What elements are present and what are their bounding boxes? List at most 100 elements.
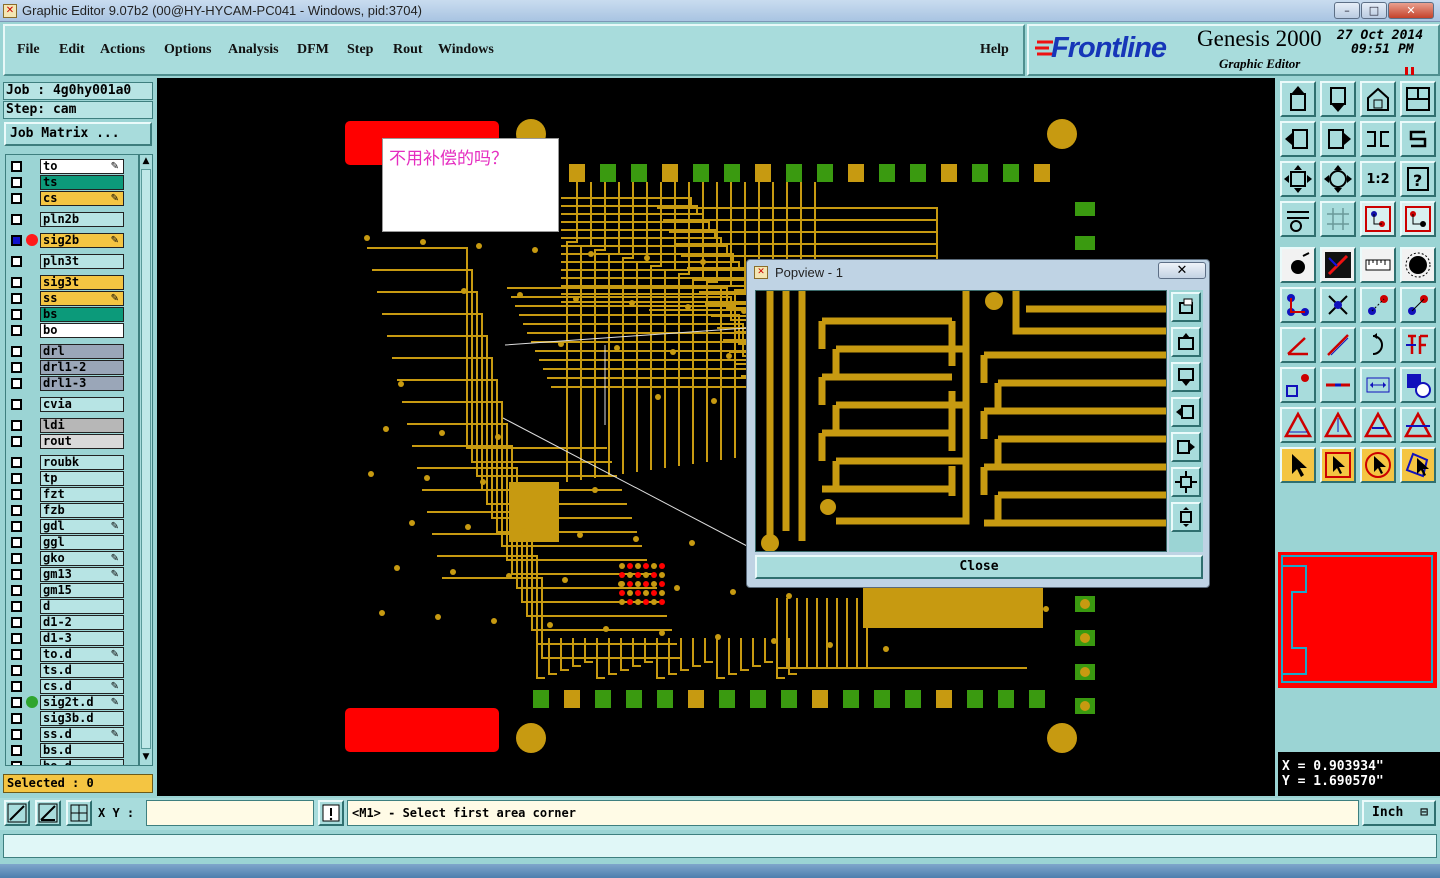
ruler-icon[interactable] (1360, 247, 1396, 283)
layer-row[interactable]: pln3t (6, 254, 138, 269)
layer-row[interactable]: pln2b (6, 212, 138, 227)
layer-row[interactable]: ts (6, 175, 138, 190)
layer-name[interactable]: fzb (40, 503, 124, 518)
popview-pan-left-icon[interactable] (1171, 397, 1201, 427)
layer-checkbox[interactable] (11, 649, 22, 660)
layer-name[interactable]: cvia (40, 397, 124, 412)
layer-checkbox[interactable] (11, 277, 22, 288)
layer-name[interactable]: ts.d (40, 663, 124, 678)
layer-name[interactable]: drl1-2 (40, 360, 124, 375)
zoom-fit-icon[interactable] (1280, 161, 1316, 197)
layer-checkbox[interactable] (11, 665, 22, 676)
layer-name[interactable]: d (40, 599, 124, 614)
layer-checkbox[interactable] (11, 537, 22, 548)
triangle-up-icon[interactable] (1320, 407, 1356, 443)
layer-name[interactable]: bo.d (40, 759, 124, 765)
layer-name[interactable]: ldi (40, 418, 124, 433)
layer-row[interactable]: drl1-3 (6, 376, 138, 391)
layer-checkbox[interactable] (11, 436, 22, 447)
layer-row[interactable]: bs (6, 307, 138, 322)
scroll-down-icon[interactable]: ▼ (141, 752, 151, 762)
pan-left-icon[interactable] (1280, 121, 1316, 157)
layer-row[interactable]: ldi (6, 418, 138, 433)
layer-name[interactable]: roubk (40, 455, 124, 470)
layer-row[interactable]: d (6, 599, 138, 614)
popview-pan-down-icon[interactable] (1171, 362, 1201, 392)
layer-checkbox[interactable] (11, 505, 22, 516)
help-query-icon[interactable]: ? (1400, 161, 1436, 197)
layer-row[interactable]: sig2b ✎ (6, 233, 138, 248)
layer-name[interactable]: ggl (40, 535, 124, 550)
layer-checkbox[interactable] (11, 457, 22, 468)
layer-checkbox[interactable] (11, 633, 22, 644)
layer-name[interactable]: bs (40, 307, 124, 322)
layer-checkbox[interactable] (11, 473, 22, 484)
menu-options[interactable]: Options (164, 42, 211, 58)
layer-row[interactable]: gko ✎ (6, 551, 138, 566)
layer-row[interactable]: drl (6, 344, 138, 359)
zoom-home-icon[interactable] (1280, 81, 1316, 117)
pan-right-icon[interactable] (1320, 121, 1356, 157)
layer-name[interactable]: to.d ✎ (40, 647, 124, 662)
layer-row[interactable]: fzb (6, 503, 138, 518)
layer-name[interactable]: d1-2 (40, 615, 124, 630)
layer-name[interactable]: rout (40, 434, 124, 449)
alert-icon[interactable] (318, 800, 344, 826)
slanted-line-icon[interactable] (1320, 327, 1356, 363)
layer-name[interactable]: gko ✎ (40, 551, 124, 566)
minimize-button[interactable]: – (1334, 2, 1360, 19)
mirror-icon[interactable] (1360, 121, 1396, 157)
layer-checkbox[interactable] (11, 761, 22, 765)
scroll-thumb[interactable] (141, 169, 151, 749)
popview-pan-up-icon[interactable] (1171, 327, 1201, 357)
menu-analysis[interactable]: Analysis (228, 42, 279, 58)
layer-name[interactable]: ts (40, 175, 124, 190)
layer-row[interactable]: to ✎ (6, 159, 138, 174)
layer-checkbox[interactable] (11, 161, 22, 172)
layer-name[interactable]: sig2b ✎ (40, 233, 124, 248)
layer-row[interactable]: ss.d ✎ (6, 727, 138, 742)
popview-close-icon[interactable]: ✕ (1158, 262, 1206, 279)
layer-row[interactable]: cs.d ✎ (6, 679, 138, 694)
layer-name[interactable]: sig3t (40, 275, 124, 290)
xy-input[interactable] (146, 800, 314, 826)
layer-name[interactable]: cs.d ✎ (40, 679, 124, 694)
menu-dfm[interactable]: DFM (297, 42, 329, 58)
layer-checkbox[interactable] (11, 521, 22, 532)
connect-nodes-icon[interactable] (1280, 287, 1316, 323)
layer-row[interactable]: drl1-2 (6, 360, 138, 375)
layer-checkbox[interactable] (11, 553, 22, 564)
split-view-icon[interactable] (1400, 81, 1436, 117)
job-matrix-button[interactable]: Job Matrix ... (4, 122, 152, 146)
overview-minimap[interactable] (1278, 552, 1437, 688)
add-pad-icon[interactable] (1280, 247, 1316, 283)
layer-row[interactable]: tp (6, 471, 138, 486)
popview-zoom-window-icon[interactable] (1171, 292, 1201, 322)
scale-one-to-two-icon[interactable]: 1:2 (1360, 161, 1396, 197)
select-polygon-icon[interactable] (1400, 447, 1436, 483)
layer-name[interactable]: fzt (40, 487, 124, 502)
layer-row[interactable]: gdl ✎ (6, 519, 138, 534)
layer-name[interactable]: gdl ✎ (40, 519, 124, 534)
layer-row[interactable]: ss ✎ (6, 291, 138, 306)
menu-help[interactable]: Help (980, 42, 1009, 58)
layer-name[interactable]: ss.d ✎ (40, 727, 124, 742)
copy-shape-icon[interactable] (1400, 367, 1436, 403)
popview-zoom-out-icon[interactable] (1171, 467, 1201, 497)
triangle-arrow-icon[interactable] (1360, 407, 1396, 443)
line-segment-icon[interactable] (1320, 367, 1356, 403)
layer-row[interactable]: gm15 (6, 583, 138, 598)
layer-name[interactable]: bs.d (40, 743, 124, 758)
layer-row[interactable]: roubk (6, 455, 138, 470)
snap-alt-icon[interactable] (1400, 201, 1436, 237)
layer-row[interactable]: cvia (6, 397, 138, 412)
angle-line-icon[interactable] (1280, 327, 1316, 363)
layer-name[interactable]: sig2t.d ✎ (40, 695, 124, 710)
snap-line-icon[interactable] (4, 800, 30, 826)
zoom-center-icon[interactable] (1320, 161, 1356, 197)
select-pointer-icon[interactable] (1280, 447, 1316, 483)
layer-checkbox[interactable] (11, 309, 22, 320)
layer-row[interactable]: bs.d (6, 743, 138, 758)
layer-checkbox[interactable] (11, 293, 22, 304)
layer-name[interactable]: bo (40, 323, 124, 338)
